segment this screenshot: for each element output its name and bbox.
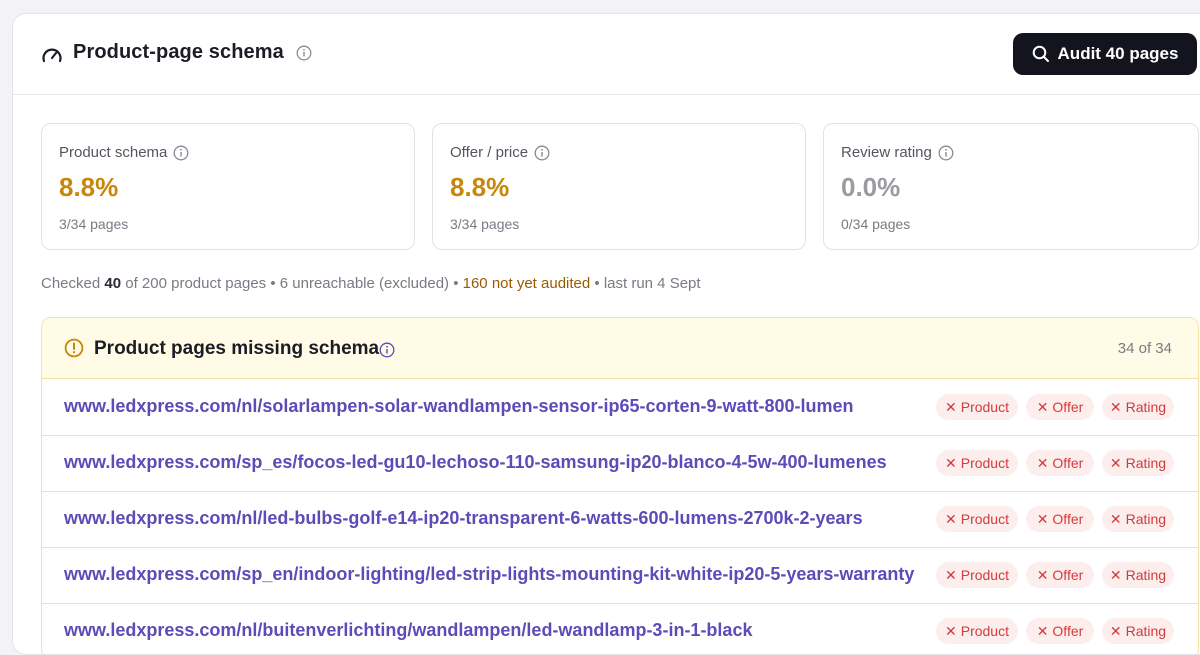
x-icon: ✕ bbox=[1036, 510, 1049, 527]
x-icon: ✕ bbox=[945, 454, 957, 471]
missing-offer-badge: ✕ Offer bbox=[1026, 618, 1094, 644]
page-url-link[interactable]: www.ledxpress.com/nl/solarlampen-solar-w… bbox=[64, 396, 916, 417]
table-row: www.ledxpress.com/sp_en/indoor-lighting/… bbox=[42, 547, 1198, 604]
panel-title: Product pages missing schema bbox=[94, 338, 380, 359]
x-icon: ✕ bbox=[1036, 398, 1049, 415]
missing-offer-badge: ✕ Offer bbox=[1026, 506, 1094, 532]
x-icon: ✕ bbox=[945, 510, 957, 527]
page-url-link[interactable]: www.ledxpress.com/nl/buitenverlichting/w… bbox=[64, 620, 916, 641]
metric-subtext: 3/34 pages bbox=[59, 216, 129, 232]
panel-header: Product pages missing schema 34 of 34 bbox=[42, 318, 1198, 379]
schema-card: Product-page schema Audit 40 pages Produ… bbox=[12, 13, 1200, 655]
metric-subtext: 3/34 pages bbox=[450, 216, 520, 232]
missing-offer-badge: ✕ Offer bbox=[1026, 562, 1094, 588]
missing-offer-badge: ✕ Offer bbox=[1026, 394, 1094, 420]
missing-product-badge: ✕ Product bbox=[936, 562, 1018, 588]
x-icon: ✕ bbox=[1109, 622, 1122, 639]
metric-product-schema: Product schema 8.8% 3/34 pages bbox=[41, 123, 415, 250]
page-url-link[interactable]: www.ledxpress.com/sp_en/indoor-lighting/… bbox=[64, 564, 916, 585]
info-icon[interactable] bbox=[296, 45, 312, 61]
x-icon: ✕ bbox=[1109, 566, 1122, 583]
card-header: Product-page schema Audit 40 pages bbox=[13, 14, 1200, 95]
warning-icon bbox=[64, 338, 84, 358]
audit-button-label: Audit 40 pages bbox=[1057, 44, 1179, 63]
x-icon: ✕ bbox=[945, 622, 957, 639]
missing-product-badge: ✕ Product bbox=[936, 618, 1018, 644]
metric-value: 8.8% bbox=[59, 172, 119, 202]
metric-subtext: 0/34 pages bbox=[841, 216, 911, 232]
metric-label: Review rating bbox=[841, 144, 932, 161]
missing-rating-badge: ✕ Rating bbox=[1102, 618, 1174, 644]
gauge-icon bbox=[42, 48, 62, 63]
x-icon: ✕ bbox=[1109, 510, 1122, 527]
page-url-link[interactable]: www.ledxpress.com/sp_es/focos-led-gu10-l… bbox=[64, 452, 916, 473]
x-icon: ✕ bbox=[1109, 398, 1122, 415]
table-row: www.ledxpress.com/nl/solarlampen-solar-w… bbox=[42, 379, 1198, 436]
audit-summary: Checked 40 of 200 product pages • 6 unre… bbox=[41, 275, 701, 292]
x-icon: ✕ bbox=[945, 398, 957, 415]
missing-rating-badge: ✕ Rating bbox=[1102, 394, 1174, 420]
metric-value: 0.0% bbox=[841, 172, 901, 202]
not-audited-count: 160 not yet audited bbox=[462, 275, 591, 292]
missing-rating-badge: ✕ Rating bbox=[1102, 450, 1174, 476]
x-icon: ✕ bbox=[1036, 566, 1049, 583]
x-icon: ✕ bbox=[1036, 454, 1049, 471]
info-icon[interactable] bbox=[173, 145, 189, 161]
x-icon: ✕ bbox=[1109, 454, 1122, 471]
info-icon[interactable] bbox=[938, 145, 954, 161]
missing-schema-panel: Product pages missing schema 34 of 34 ww… bbox=[41, 317, 1199, 654]
missing-product-badge: ✕ Product bbox=[936, 450, 1018, 476]
search-icon bbox=[1032, 45, 1049, 62]
table-row: www.ledxpress.com/nl/led-bulbs-golf-e14-… bbox=[42, 491, 1198, 548]
checked-count: 40 bbox=[104, 275, 122, 292]
metric-review-rating: Review rating 0.0% 0/34 pages bbox=[823, 123, 1199, 250]
info-icon[interactable] bbox=[534, 145, 550, 161]
missing-product-badge: ✕ Product bbox=[936, 506, 1018, 532]
metric-label: Product schema bbox=[59, 144, 168, 161]
table-row: www.ledxpress.com/nl/buitenverlichting/w… bbox=[42, 603, 1198, 654]
table-row: www.ledxpress.com/sp_es/focos-led-gu10-l… bbox=[42, 435, 1198, 492]
missing-product-badge: ✕ Product bbox=[936, 394, 1018, 420]
panel-count: 34 of 34 bbox=[1117, 340, 1172, 357]
x-icon: ✕ bbox=[1036, 622, 1049, 639]
info-icon[interactable] bbox=[379, 342, 395, 358]
metric-offer-price: Offer / price 8.8% 3/34 pages bbox=[432, 123, 806, 250]
x-icon: ✕ bbox=[945, 566, 957, 583]
audit-pages-button[interactable]: Audit 40 pages bbox=[1013, 33, 1197, 75]
metric-label: Offer / price bbox=[450, 144, 529, 161]
missing-rating-badge: ✕ Rating bbox=[1102, 562, 1174, 588]
missing-offer-badge: ✕ Offer bbox=[1026, 450, 1094, 476]
page-title: Product-page schema bbox=[73, 41, 284, 63]
metric-value: 8.8% bbox=[450, 172, 510, 202]
page-url-link[interactable]: www.ledxpress.com/nl/led-bulbs-golf-e14-… bbox=[64, 508, 916, 529]
missing-rating-badge: ✕ Rating bbox=[1102, 506, 1174, 532]
